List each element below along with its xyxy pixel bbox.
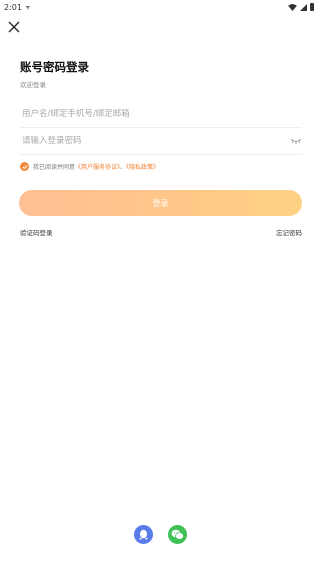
status-time: 2:01 — [4, 2, 22, 12]
checkmark-glyph — [22, 164, 27, 169]
username-field — [20, 101, 302, 128]
wechat-login-button[interactable] — [168, 525, 187, 544]
wifi-icon — [288, 3, 297, 11]
agreement-prefix: 我已阅读并同意 — [33, 164, 76, 171]
qq-icon — [139, 529, 148, 540]
user-agreement-link[interactable]: 《用户服务协议》 — [75, 164, 120, 171]
status-right — [288, 3, 314, 11]
notification-icon: ᯤ — [24, 4, 31, 11]
forgot-password-link[interactable]: 忘记密码 — [276, 227, 302, 237]
agreement-row: 我已阅读并同意《用户服务协议》、《隐私政策》 — [20, 162, 159, 171]
wechat-icon — [171, 529, 184, 540]
signal-icon — [300, 3, 307, 11]
status-left: 2:01 ᯤ — [4, 3, 30, 12]
privacy-policy-link[interactable]: 《隐私政策》 — [126, 164, 159, 171]
qq-login-button[interactable] — [134, 525, 153, 544]
close-button[interactable] — [6, 19, 22, 35]
username-input[interactable] — [20, 109, 302, 119]
status-bar: 2:01 ᯤ — [0, 0, 320, 14]
sms-login-link[interactable]: 验证码登录 — [20, 227, 53, 237]
page-subtitle: 欢迎登录 — [20, 81, 46, 89]
login-button[interactable]: 登录 — [19, 190, 302, 216]
close-icon — [8, 21, 20, 33]
password-field — [20, 128, 302, 155]
password-input[interactable] — [20, 136, 290, 146]
page-title: 账号密码登录 — [20, 60, 89, 74]
battery-icon — [310, 3, 314, 11]
check-icon[interactable] — [20, 162, 29, 171]
eye-closed-icon[interactable] — [290, 137, 302, 145]
